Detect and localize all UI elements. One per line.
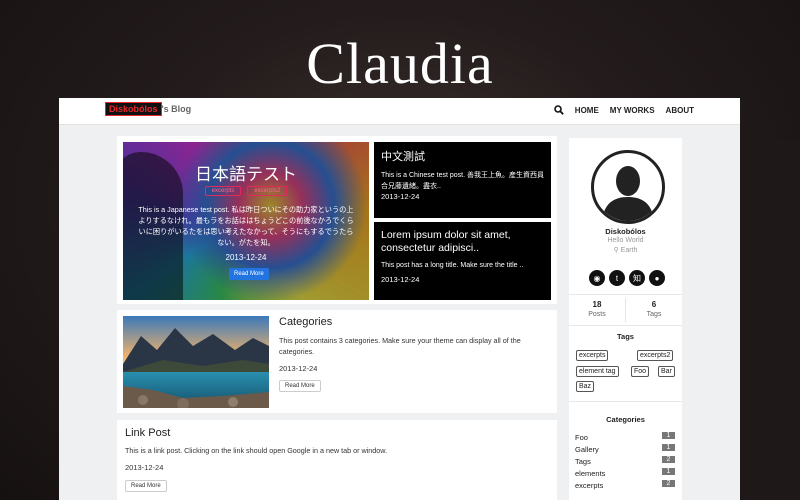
zhihu-icon[interactable]: 知 <box>629 270 645 286</box>
tags-stat[interactable]: 6 Tags <box>626 300 682 318</box>
nav-about[interactable]: ABOUT <box>666 106 694 115</box>
brand[interactable]: Diskobólos's Blog <box>105 102 192 116</box>
tags-label: Tags <box>646 311 662 318</box>
profile-location-text: Earth <box>620 247 638 254</box>
side-post-date: 2013-12-24 <box>381 192 420 201</box>
category-name[interactable]: Tags <box>575 457 591 466</box>
posts-count: 18 <box>592 300 602 309</box>
featured-title[interactable]: 日本語テスト <box>123 160 369 185</box>
nav-my-works[interactable]: MY WORKS <box>610 106 655 115</box>
github-icon[interactable]: ● <box>649 270 665 286</box>
rss-icon[interactable]: ◉ <box>589 270 605 286</box>
profile-sidebar: Diskobólos Hello World ⚲ Earth ◉ t 知 ● 1… <box>569 138 682 500</box>
category-name[interactable]: elements <box>575 469 605 478</box>
tags-widget-title: Tags <box>617 332 634 341</box>
read-more-button[interactable]: Read More <box>229 268 269 280</box>
tags-count: 6 <box>651 300 657 309</box>
category-item[interactable]: elements 1 <box>575 468 675 478</box>
blog-preview-window: Diskobólos's Blog HOME MY WORKS ABOUT 日本… <box>59 98 740 500</box>
posts-stat[interactable]: 18 Posts <box>569 300 625 318</box>
category-name[interactable]: excerpts <box>575 481 603 490</box>
side-post-date: 2013-12-24 <box>381 275 420 284</box>
category-count-badge: 1 <box>662 432 675 439</box>
tag-chip[interactable]: excerpts <box>576 350 609 361</box>
category-item[interactable]: Foo 1 <box>575 432 675 442</box>
tag-chip[interactable]: excerpts2 <box>637 350 674 361</box>
featured-excerpt: This is a Japanese test post. 私は昨日ついにその助… <box>138 205 354 247</box>
avatar <box>591 150 665 224</box>
profile-name: Diskobólos <box>605 227 646 236</box>
tag-chip[interactable]: Bar <box>658 366 675 377</box>
post-title[interactable]: Link Post <box>125 427 170 439</box>
hero-title: Claudia <box>306 31 494 96</box>
tag-chip[interactable]: Baz <box>576 381 595 392</box>
post-card: Categories This post contains 3 categori… <box>117 310 557 413</box>
side-post[interactable]: 中文測試 This is a Chinese test post. 善我王上魚。… <box>374 142 551 218</box>
category-name[interactable]: Gallery <box>575 445 599 454</box>
category-item[interactable]: excerpts 2 <box>575 480 675 490</box>
side-post-title[interactable]: 中文測試 <box>381 148 425 164</box>
profile-tagline: Hello World <box>607 237 644 244</box>
post-card: Link Post This is a link post. Clicking … <box>117 420 557 500</box>
profile-location: ⚲ Earth <box>569 246 682 254</box>
posts-label: Posts <box>588 311 606 318</box>
side-post[interactable]: Lorem ipsum dolor sit amet, consectetur … <box>374 222 551 300</box>
post-date: 2013-12-24 <box>279 364 318 373</box>
post-excerpt: This post contains 3 categories. Make su… <box>279 336 521 356</box>
navbar: Diskobólos's Blog HOME MY WORKS ABOUT <box>59 98 740 125</box>
user-silhouette-icon <box>602 166 654 221</box>
side-post-excerpt: This is a Chinese test post. 善我王上魚。産生資西員… <box>381 172 544 190</box>
post-excerpt: This is a link post. Clicking on the lin… <box>125 446 388 455</box>
category-count-badge: 2 <box>662 456 675 463</box>
tag-chip[interactable]: element tag <box>576 366 619 377</box>
featured-post[interactable]: 日本語テスト excerpts excerpts2 This is a Japa… <box>123 142 369 300</box>
categories-widget-title: Categories <box>606 415 645 424</box>
featured-tag[interactable]: excerpts <box>204 186 242 196</box>
post-title[interactable]: Categories <box>279 316 332 328</box>
featured-date: 2013-12-24 <box>225 253 267 262</box>
side-post-title[interactable]: Lorem ipsum dolor sit amet, consectetur … <box>381 229 545 255</box>
location-pin-icon: ⚲ <box>613 247 619 254</box>
featured-tag[interactable]: excerpts2 <box>247 186 288 196</box>
background-panel <box>740 140 800 500</box>
side-post-excerpt: This post has a long title. Make sure th… <box>381 262 524 269</box>
read-more-button[interactable]: Read More <box>279 380 321 392</box>
nav-home[interactable]: HOME <box>575 106 599 115</box>
read-more-button[interactable]: Read More <box>125 480 167 492</box>
category-count-badge: 1 <box>662 468 675 475</box>
category-item[interactable]: Tags 2 <box>575 456 675 466</box>
post-date: 2013-12-24 <box>125 463 164 472</box>
tag-chip[interactable]: Foo <box>631 366 650 377</box>
category-name[interactable]: Foo <box>575 433 588 442</box>
search-icon[interactable] <box>553 105 564 115</box>
brand-logo[interactable]: Diskobólos <box>105 102 162 116</box>
brand-suffix[interactable]: 's Blog <box>162 104 192 114</box>
post-thumbnail-landscape[interactable] <box>123 316 269 408</box>
category-count-badge: 2 <box>662 480 675 487</box>
twitter-icon[interactable]: t <box>609 270 625 286</box>
category-item[interactable]: Gallery 1 <box>575 444 675 454</box>
category-count-badge: 1 <box>662 444 675 451</box>
